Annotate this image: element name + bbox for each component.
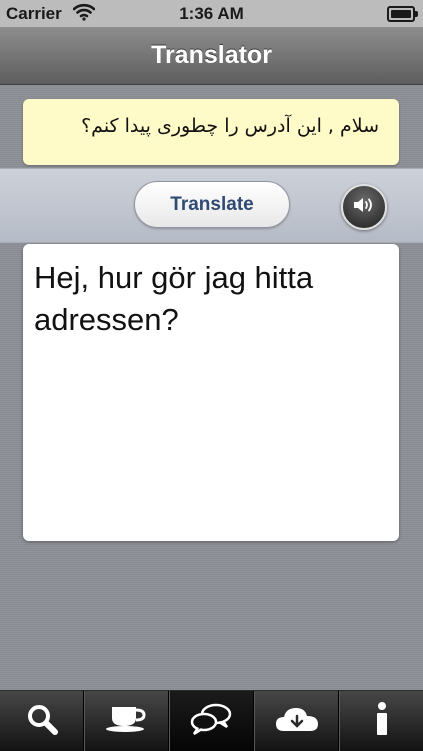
translation-result-field[interactable]: Hej, hur gör jag hitta adressen?	[23, 244, 399, 541]
battery-icon	[387, 6, 418, 22]
tab-search[interactable]	[0, 691, 84, 751]
tab-translator[interactable]	[169, 691, 254, 751]
translate-button[interactable]: Translate	[134, 181, 290, 228]
speaker-icon	[352, 195, 376, 220]
page-title: Translator	[151, 41, 272, 69]
info-icon	[372, 701, 392, 742]
speaker-button[interactable]	[341, 184, 387, 230]
source-text-field[interactable]: سلام , این آدرس را چطوری پیدا کنم؟	[23, 99, 399, 165]
source-text: سلام , این آدرس را چطوری پیدا کنم؟	[81, 115, 379, 137]
status-bar: Carrier 1:36 AM	[0, 0, 423, 27]
search-icon	[25, 702, 59, 741]
tab-phrasebook[interactable]	[84, 691, 169, 751]
tab-info[interactable]	[339, 691, 423, 751]
chat-bubbles-icon	[189, 702, 235, 741]
translated-text: Hej, hur gör jag hitta adressen?	[34, 260, 314, 337]
translate-toolbar: Translate	[0, 168, 423, 243]
coffee-cup-icon	[104, 704, 150, 739]
clock-time: 1:36 AM	[179, 4, 244, 23]
cloud-icon	[274, 703, 320, 740]
tab-bar	[0, 690, 423, 751]
tab-cloud[interactable]	[254, 691, 339, 751]
navigation-bar: Translator	[0, 27, 423, 85]
